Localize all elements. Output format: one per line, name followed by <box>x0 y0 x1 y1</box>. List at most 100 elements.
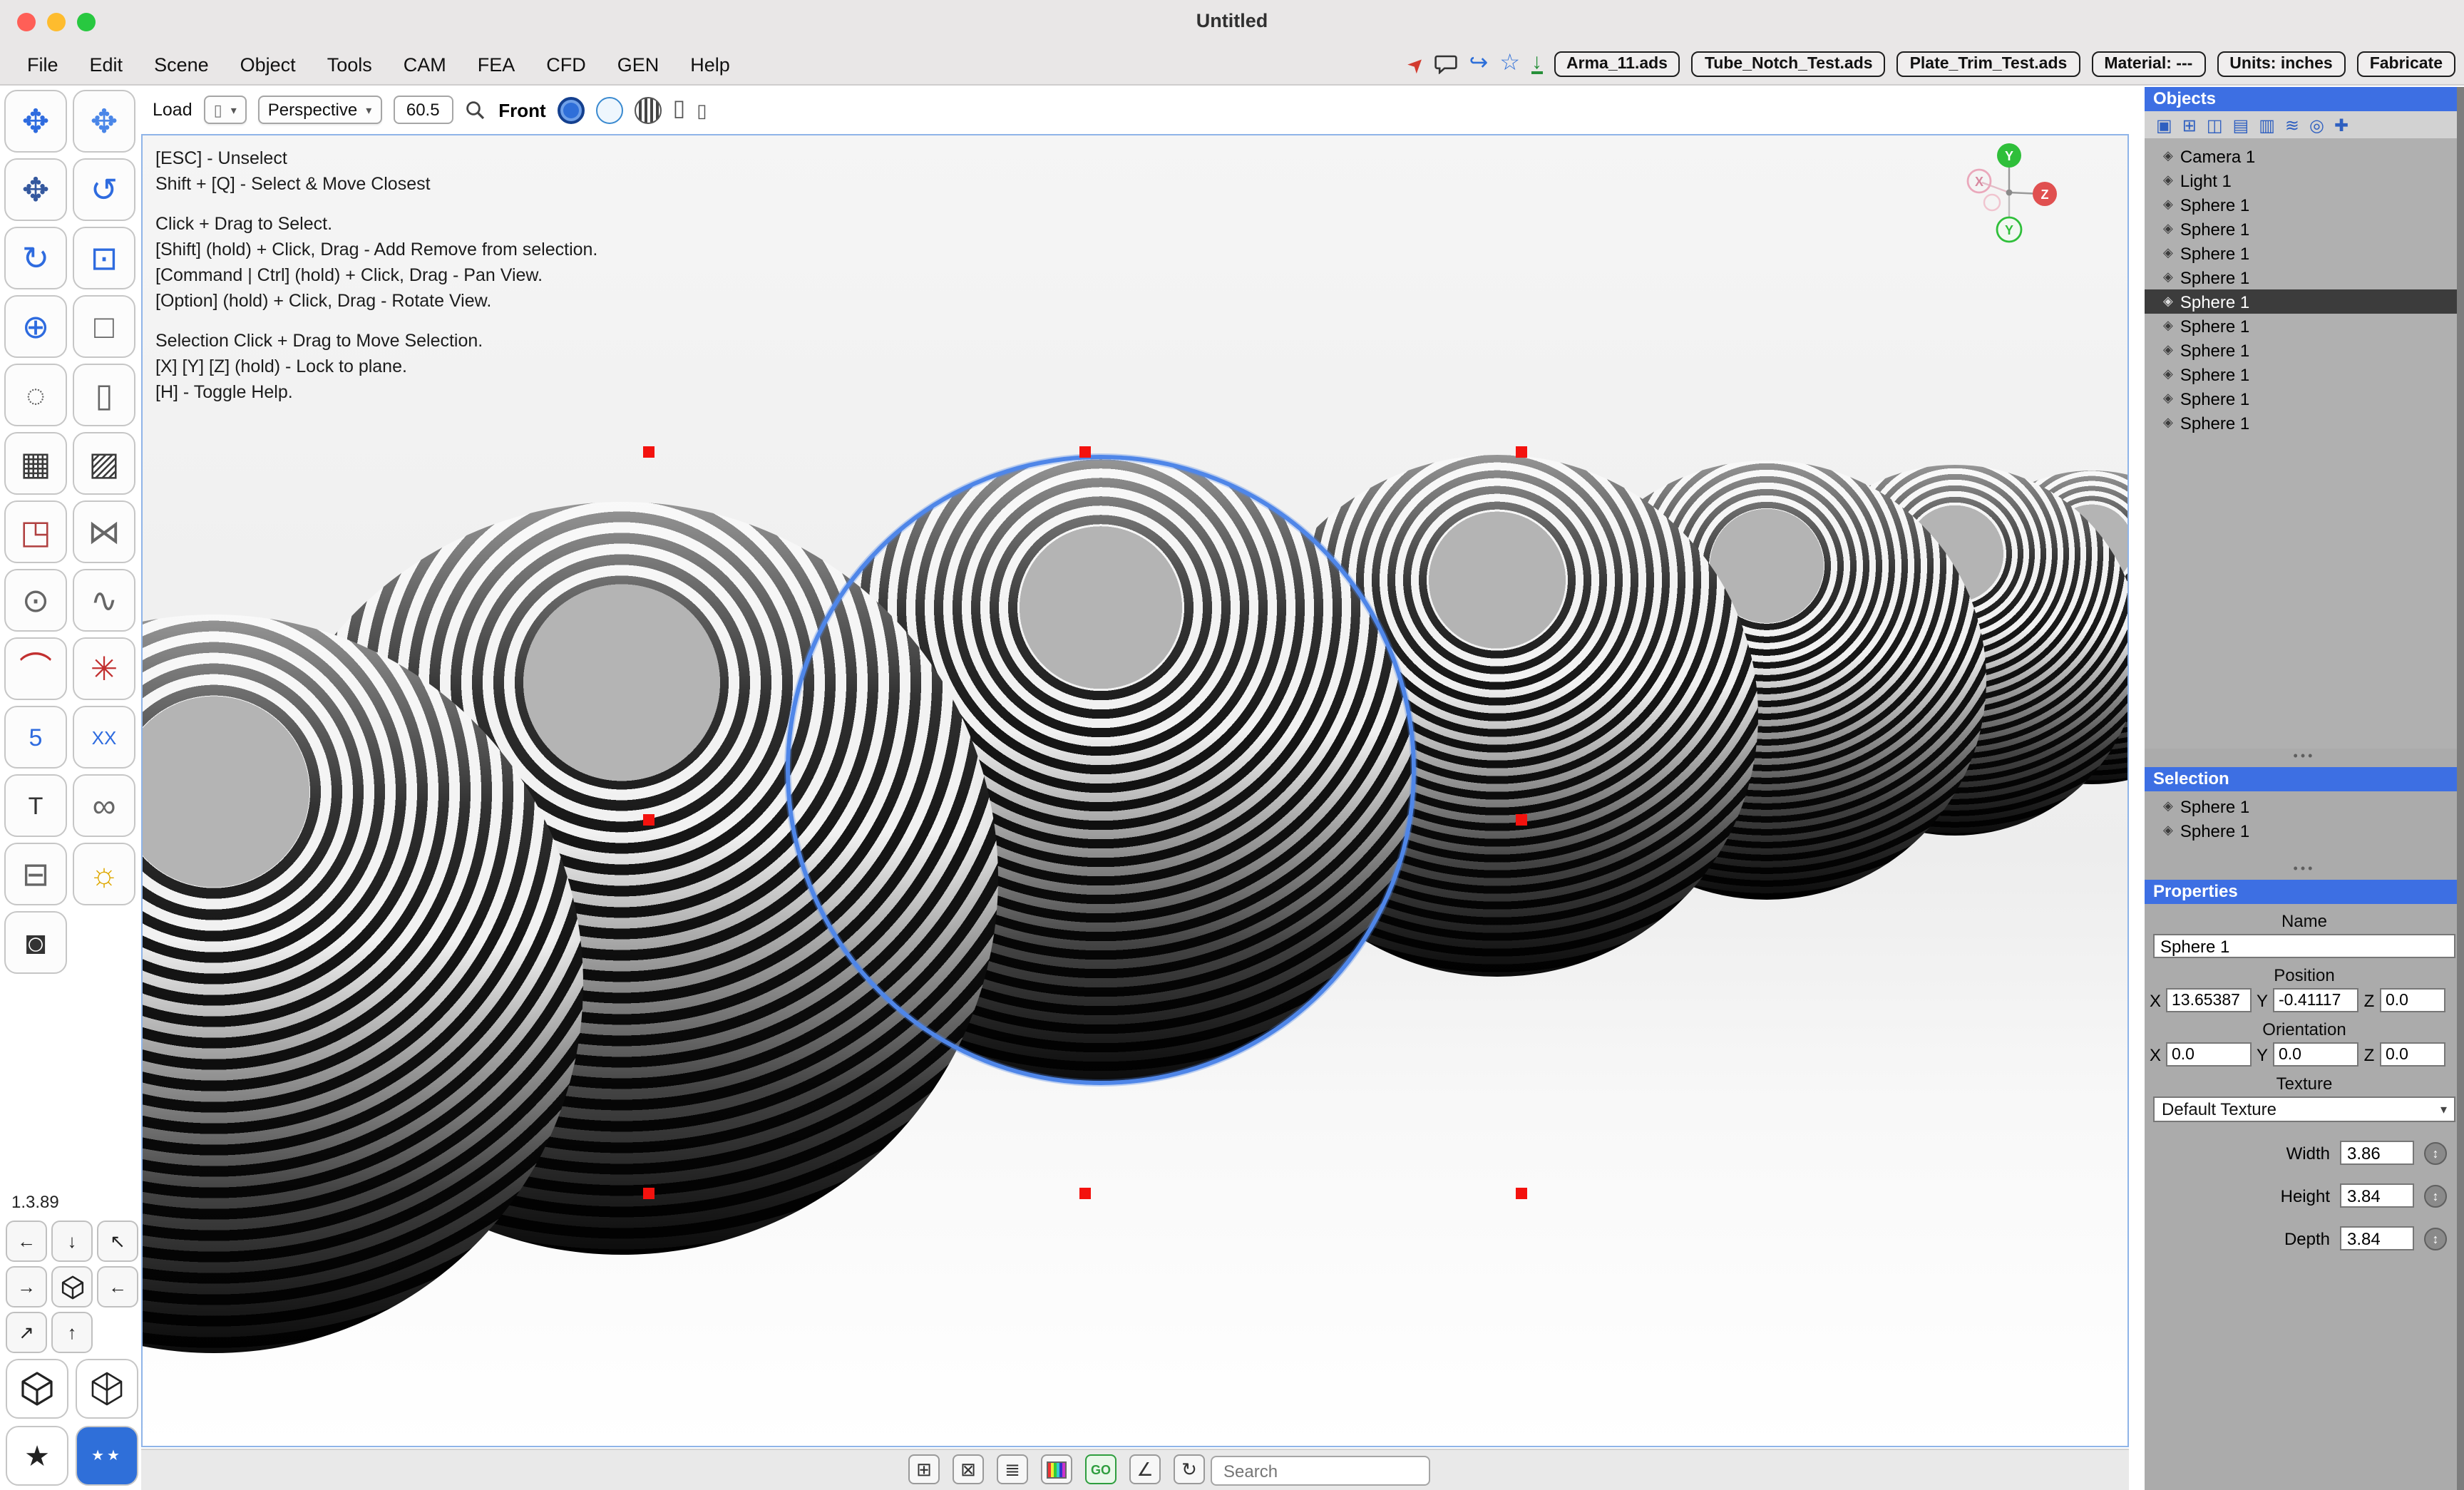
folder-icon[interactable]: ▣ <box>2156 116 2172 133</box>
nav-arrow-button[interactable]: ↑ <box>51 1312 93 1353</box>
dashed-circle-tool[interactable]: ◌ <box>4 364 67 426</box>
menu-scene[interactable]: Scene <box>138 53 225 75</box>
selection-handle[interactable] <box>643 446 654 458</box>
topbar-button-arma-11-ads[interactable]: Arma_11.ads <box>1554 51 1680 77</box>
nav-arrow-button[interactable]: ← <box>6 1221 47 1262</box>
selection-handle[interactable] <box>1516 446 1527 458</box>
star-button[interactable]: ★ <box>6 1426 68 1486</box>
menu-tools[interactable]: Tools <box>312 53 388 75</box>
object-row[interactable]: ◈Camera 1 <box>2145 144 2464 168</box>
stepper-icon[interactable]: ↕ <box>2424 1184 2447 1207</box>
object-row[interactable]: ◈Sphere 1 <box>2145 192 2464 217</box>
camera-path-icon[interactable]: ⊞ <box>908 1454 940 1484</box>
menu-cam[interactable]: CAM <box>388 53 462 75</box>
chat-icon[interactable] <box>1435 54 1458 74</box>
bolt-tool[interactable]: ⊟ <box>4 843 67 905</box>
object-row[interactable]: ◈Sphere 1 <box>2145 241 2464 265</box>
rotate-tool[interactable]: ↻ <box>4 227 67 289</box>
nav-arrow-button[interactable]: ← <box>97 1266 138 1307</box>
object-row[interactable]: ◈Sphere 1 <box>2145 386 2464 411</box>
panel-divider-handle[interactable]: ••• <box>2145 749 2464 767</box>
zebra-view-button[interactable] <box>635 96 662 123</box>
minimize-window-button[interactable] <box>47 13 66 31</box>
globe-tool[interactable]: ⊕ <box>4 295 67 358</box>
search-input[interactable] <box>1211 1456 1430 1486</box>
orbit-view-tool[interactable]: ↺ <box>73 158 135 221</box>
pan-view-tool[interactable]: ✥ <box>4 158 67 221</box>
selection-row[interactable]: ◈Sphere 1 <box>2145 794 2464 818</box>
corner-arc-tool[interactable]: ◳ <box>4 500 67 563</box>
selection-handle[interactable] <box>1516 1188 1527 1199</box>
object-row[interactable]: ◈Sphere 1 <box>2145 314 2464 338</box>
orientation-gizmo[interactable]: X Y Z Y <box>1936 138 2093 252</box>
object-row[interactable]: ◈Sphere 1 <box>2145 265 2464 289</box>
viewport[interactable]: [ESC] - UnselectShift + [Q] - Select & M… <box>141 134 2129 1447</box>
selection-handle[interactable] <box>643 814 654 826</box>
menu-help[interactable]: Help <box>674 53 746 75</box>
selection-handle[interactable] <box>643 1188 654 1199</box>
layers-icon[interactable]: ≣ <box>997 1454 1028 1484</box>
object-row[interactable]: ◈Sphere 1 <box>2145 289 2464 314</box>
polyline-tool[interactable]: ∿ <box>73 569 135 632</box>
add-folder-icon[interactable]: ⊞ <box>2182 116 2197 133</box>
axis-star-tool[interactable]: ✳ <box>73 637 135 700</box>
orientation-x-field[interactable] <box>2166 1042 2252 1067</box>
nav-arrow-button[interactable]: → <box>6 1266 47 1307</box>
skewed-grid-tool[interactable]: ▨ <box>73 432 135 495</box>
topbar-button-units-inches[interactable]: Units: inches <box>2217 51 2345 77</box>
isometric-cube-button[interactable] <box>6 1359 68 1419</box>
topbar-button-plate-trim-test-ads[interactable]: Plate_Trim_Test.ads <box>1897 51 2080 77</box>
topbar-button-fabricate[interactable]: Fabricate <box>2357 51 2455 77</box>
node-pair-tool[interactable]: ∞ <box>73 774 135 837</box>
nav-arrow-button[interactable]: ↗ <box>6 1312 47 1353</box>
selection-row[interactable]: ◈Sphere 1 <box>2145 818 2464 843</box>
double-x-tool[interactable]: XX <box>73 706 135 769</box>
text-tool[interactable]: T <box>4 774 67 837</box>
detail-view-icon[interactable]: ▥ <box>2259 116 2275 133</box>
fit-view-icon[interactable]: ⊠ <box>953 1454 984 1484</box>
position-x-field[interactable] <box>2166 988 2252 1012</box>
arc-tool[interactable]: ⌒ <box>4 637 67 700</box>
add-object-icon[interactable]: ✚ <box>2334 116 2348 133</box>
menu-fea[interactable]: FEA <box>462 53 531 75</box>
menu-gen[interactable]: GEN <box>602 53 675 75</box>
move-tool[interactable]: ✥ <box>4 90 67 153</box>
selection-handle[interactable] <box>1079 446 1091 458</box>
stepper-icon[interactable]: ↕ <box>2424 1141 2447 1164</box>
object-row[interactable]: ◈Sphere 1 <box>2145 217 2464 241</box>
refresh-icon[interactable]: ↻ <box>1174 1454 1205 1484</box>
height-field[interactable] <box>2340 1183 2414 1208</box>
nav-cube-button[interactable] <box>51 1266 93 1307</box>
fov-input[interactable] <box>393 96 453 124</box>
share-icon[interactable]: ↪ <box>1469 53 1489 76</box>
topbar-button-material[interactable]: Material: --- <box>2091 51 2205 77</box>
nav-arrow-button[interactable]: ↓ <box>51 1221 93 1262</box>
object-name-field[interactable] <box>2153 934 2455 958</box>
panel-divider-handle[interactable]: ••• <box>2145 861 2464 880</box>
projection-select[interactable]: Perspective▾ <box>258 96 381 124</box>
marquee-select-tool[interactable]: ⊡ <box>73 227 135 289</box>
position-y-field[interactable] <box>2273 988 2358 1012</box>
menu-object[interactable]: Object <box>225 53 312 75</box>
menu-cfd[interactable]: CFD <box>530 53 602 75</box>
topbar-button-tube-notch-test-ads[interactable]: Tube_Notch_Test.ads <box>1692 51 1886 77</box>
menu-file[interactable]: File <box>11 53 74 75</box>
object-row[interactable]: ◈Light 1 <box>2145 168 2464 192</box>
shaded-view-button[interactable] <box>558 96 585 123</box>
load-preset-select[interactable]: ▯▾ <box>204 96 247 124</box>
width-field[interactable] <box>2340 1141 2414 1165</box>
transform-move-tool[interactable]: ✥ <box>73 90 135 153</box>
orientation-y-field[interactable] <box>2273 1042 2358 1067</box>
box-tool[interactable]: □ <box>73 295 135 358</box>
center-point-tool[interactable]: ⊙ <box>4 569 67 632</box>
numeric-input-tool[interactable]: 5 <box>4 706 67 769</box>
light-tool[interactable]: ☼ <box>73 843 135 905</box>
object-row[interactable]: ◈Sphere 1 <box>2145 411 2464 435</box>
list-view-icon[interactable]: ▤ <box>2233 116 2249 133</box>
stepper-icon[interactable]: ↕ <box>2424 1227 2447 1250</box>
zoom-icon[interactable] <box>464 100 484 120</box>
color-bars-icon[interactable] <box>1041 1454 1072 1484</box>
texture-select[interactable]: Default Texture ▾ <box>2153 1096 2455 1122</box>
close-window-button[interactable] <box>17 13 36 31</box>
go-icon[interactable]: GO <box>1085 1454 1116 1484</box>
